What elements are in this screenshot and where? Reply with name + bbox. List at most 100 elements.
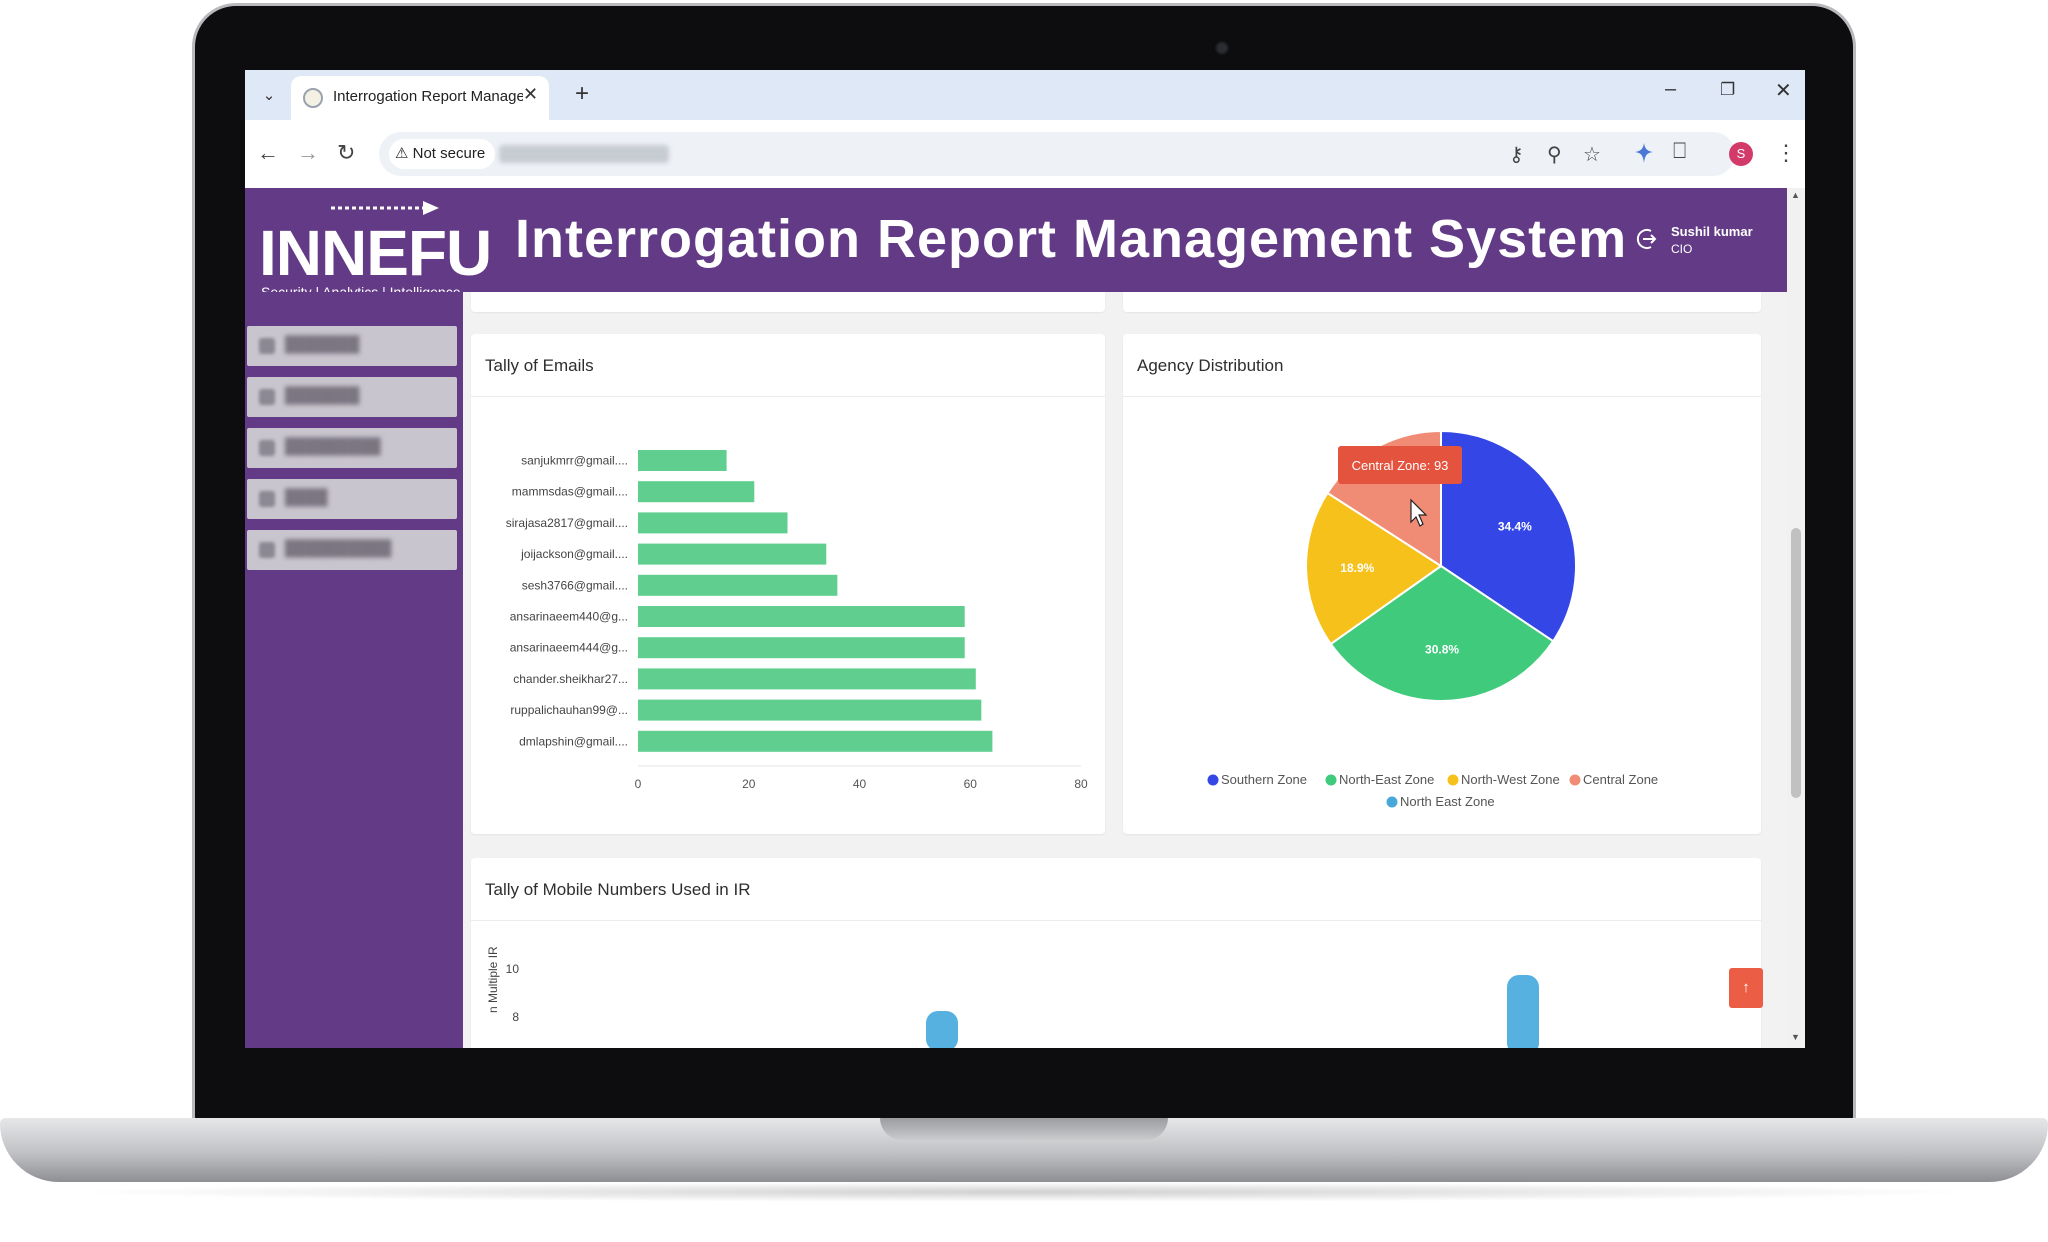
x-tick-label: 60	[964, 777, 978, 791]
sidebar-item-label: ███████	[285, 387, 360, 404]
email-bar	[638, 574, 838, 596]
card-divider	[471, 396, 1105, 397]
mobile-ytick-8: 8	[512, 1010, 519, 1024]
x-tick-label: 20	[742, 777, 756, 791]
plus-icon[interactable]: +	[575, 80, 589, 108]
favicon-icon	[303, 88, 323, 108]
email-bar	[638, 606, 965, 627]
zoom-icon[interactable]: ⚲	[1547, 142, 1562, 167]
pie-value-label: 30.8%	[1425, 643, 1459, 657]
browser-tab[interactable]: Interrogation Report Managem ✕	[291, 76, 549, 120]
pie-tooltip: Central Zone: 93	[1338, 446, 1462, 484]
close-icon[interactable]: ✕	[523, 84, 538, 105]
legend-label: Central Zone	[1583, 772, 1658, 787]
sidebar-item-3[interactable]: █████████	[247, 428, 457, 468]
agency-card: Agency Distribution 34.4% 30.8% 18.9% Centr…	[1123, 334, 1761, 834]
more-vert-icon[interactable]: ⋮	[1775, 140, 1797, 166]
emails-bar-chart: sanjukmrr@gmail.... mammsdas@gmail.... sir…	[506, 450, 1088, 791]
email-category-label: mammsdas@gmail....	[512, 485, 628, 499]
password-key-icon[interactable]: ⚷	[1509, 142, 1524, 167]
sidebar-item-icon	[259, 542, 275, 558]
email-category-label: chander.sheikhar27...	[513, 672, 628, 686]
laptop-shadow	[60, 1182, 1988, 1202]
extension-puzzle-icon[interactable]: ⎕	[1673, 138, 1686, 164]
screen: ⌄ Interrogation Report Managem ✕ + – ❐ ✕…	[245, 70, 1805, 1048]
agency-card-title: Agency Distribution	[1137, 356, 1284, 375]
pie-value-label: 34.4%	[1498, 520, 1532, 534]
legend-label: North East Zone	[1400, 794, 1495, 809]
user-name: Sushil kumar	[1671, 224, 1753, 239]
restore-icon[interactable]: ❐	[1720, 80, 1735, 100]
laptop-notch	[880, 1118, 1168, 1140]
security-label: Not secure	[412, 145, 486, 162]
legend-marker	[1207, 774, 1219, 786]
previous-card-left	[471, 292, 1105, 312]
agency-pie-chart: 34.4% 30.8% 18.9% Central Zone: 93 Southern …	[1207, 429, 1658, 809]
star-icon[interactable]: ☆	[1583, 142, 1601, 167]
forward-icon[interactable]: →	[297, 140, 319, 166]
sidebar-item-icon	[259, 389, 275, 405]
minimize-icon[interactable]: –	[1665, 78, 1676, 101]
x-tick-label: 80	[1074, 777, 1088, 791]
dashboard-main: Tally of Emails sanjukmrr@gmail.... mamms…	[463, 292, 1787, 1048]
logout-icon[interactable]	[1635, 226, 1661, 252]
sidebar-item-label: █████████	[285, 438, 381, 455]
email-category-label: joijackson@gmail....	[520, 547, 628, 561]
camera	[1215, 41, 1229, 55]
window-close-icon[interactable]: ✕	[1775, 78, 1792, 103]
arrow-up-icon: ↑	[1742, 979, 1750, 996]
emails-card-title: Tally of Emails	[485, 356, 594, 375]
scroll-up-icon[interactable]: ▲	[1791, 190, 1800, 200]
mobile-ytick-10: 10	[506, 962, 520, 976]
profile-avatar[interactable]: S	[1729, 142, 1753, 166]
sidebar-item-label: ████	[285, 489, 328, 506]
legend-marker	[1386, 796, 1398, 808]
email-bar	[638, 512, 788, 534]
warning-icon: ⚠	[395, 145, 409, 162]
app-header: INNEFU Security | Analytics | Intelligen…	[245, 188, 1787, 300]
page-title: Interrogation Report Management System	[515, 209, 1628, 269]
page-scrollbar[interactable]: ▲ ▼	[1787, 188, 1805, 1048]
tab-title: Interrogation Report Managem	[333, 88, 523, 105]
email-bar	[638, 668, 976, 690]
sidebar-item-2[interactable]: ███████	[247, 377, 457, 417]
tab-list-icon[interactable]: ⌄	[257, 84, 281, 108]
sidebar-item-icon	[259, 338, 275, 354]
scroll-thumb[interactable]	[1791, 528, 1801, 798]
email-bar	[638, 637, 965, 659]
sidebar: ███████ ███████ █████████ ████ █████████…	[245, 292, 463, 1048]
legend-marker	[1569, 774, 1581, 786]
email-category-label: ansarinaeem440@g...	[510, 610, 628, 624]
mobile-bar	[1507, 975, 1539, 1048]
email-bar	[638, 481, 755, 503]
legend-marker	[1325, 774, 1337, 786]
sidebar-item-4[interactable]: ████	[247, 479, 457, 519]
sidebar-item-icon	[259, 440, 275, 456]
security-chip[interactable]: ⚠ Not secure	[389, 139, 496, 169]
email-bar	[638, 730, 993, 752]
tab-bar: ⌄ Interrogation Report Managem ✕ + – ❐ ✕	[245, 70, 1805, 120]
sidebar-item-icon	[259, 491, 275, 507]
browser-toolbar: ← → ↻ ⚠ Not secure ⚷ ⚲ ☆ ⎕ S ⋮	[245, 120, 1805, 188]
email-category-label: ansarinaeem444@g...	[510, 641, 628, 655]
address-bar[interactable]: ⚠ Not secure ⚷ ⚲ ☆	[379, 132, 1735, 176]
back-to-top-button[interactable]: ↑	[1729, 968, 1763, 1008]
scroll-down-icon[interactable]: ▼	[1791, 1032, 1800, 1042]
sidebar-item-label: ███████	[285, 336, 360, 353]
mobile-bar	[926, 1011, 958, 1048]
previous-card-right	[1123, 292, 1761, 312]
reload-icon[interactable]: ↻	[337, 140, 355, 166]
email-category-label: sanjukmrr@gmail....	[521, 454, 628, 468]
email-bar	[638, 543, 827, 565]
mobile-card-title: Tally of Mobile Numbers Used in IR	[485, 880, 751, 899]
sidebar-item-1[interactable]: ███████	[247, 326, 457, 366]
legend-label: North-West Zone	[1461, 772, 1560, 787]
gemini-extension-icon[interactable]	[1633, 141, 1655, 165]
sidebar-item-5[interactable]: ██████████	[247, 530, 457, 570]
email-category-label: dmlapshin@gmail....	[519, 734, 628, 748]
pie-value-label: 18.9%	[1340, 561, 1374, 575]
x-tick-label: 40	[853, 777, 867, 791]
mobile-bar-chart: n Multiple IR 10 8	[486, 946, 1539, 1048]
back-icon[interactable]: ←	[257, 140, 279, 166]
mobile-card: Tally of Mobile Numbers Used in IR n Mul…	[471, 858, 1761, 1048]
